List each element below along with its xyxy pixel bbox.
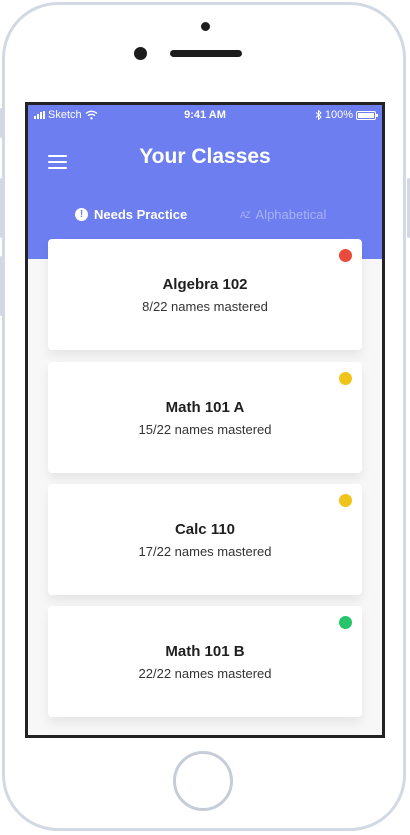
earpiece-speaker	[170, 50, 242, 57]
class-card-math-101-a[interactable]: Math 101 A 15/22 names mastered	[48, 362, 362, 473]
camera-dot	[201, 22, 210, 31]
status-right: 100%	[315, 109, 378, 121]
tab-needs-practice[interactable]: ! Needs Practice	[75, 207, 187, 222]
home-button[interactable]	[173, 751, 233, 811]
alert-circle-icon: !	[75, 208, 88, 221]
status-dot	[339, 249, 352, 262]
class-card-calc-110[interactable]: Calc 110 17/22 names mastered	[48, 484, 362, 595]
status-dot	[339, 494, 352, 507]
tab-alphabetical[interactable]: AZ Alphabetical	[240, 207, 326, 222]
class-name: Math 101 A	[165, 399, 245, 416]
class-name: Calc 110	[174, 521, 236, 538]
tab-label: Needs Practice	[94, 207, 188, 222]
class-progress: 22/22 names mastered	[138, 666, 272, 681]
class-card-algebra-102[interactable]: Algebra 102 8/22 names mastered	[48, 239, 362, 350]
volume-down-button	[0, 256, 3, 316]
status-dot	[339, 616, 352, 629]
battery-percent: 100%	[324, 109, 353, 121]
class-card-math-101-b[interactable]: Math 101 B 22/22 names mastered	[48, 606, 362, 717]
app-screen: Sketch 9:41 AM 100% Your Classes ! Needs…	[25, 102, 385, 738]
class-progress: 17/22 names mastered	[138, 544, 272, 559]
volume-up-button	[0, 178, 3, 238]
battery-icon	[356, 110, 378, 120]
header: Sketch 9:41 AM 100% Your Classes ! Needs…	[28, 105, 382, 259]
class-progress: 8/22 names mastered	[142, 299, 268, 314]
class-progress: 15/22 names mastered	[138, 422, 272, 437]
status-bar: Sketch 9:41 AM 100%	[28, 105, 382, 125]
status-dot	[339, 372, 352, 385]
tab-label: Alphabetical	[255, 207, 327, 222]
bluetooth-icon	[315, 110, 322, 120]
class-name: Algebra 102	[162, 276, 248, 293]
class-name: Math 101 B	[165, 643, 245, 660]
front-camera	[134, 47, 147, 60]
mute-switch	[0, 108, 3, 138]
az-sort-icon: AZ	[240, 209, 250, 220]
page-title: Your Classes	[139, 145, 271, 168]
